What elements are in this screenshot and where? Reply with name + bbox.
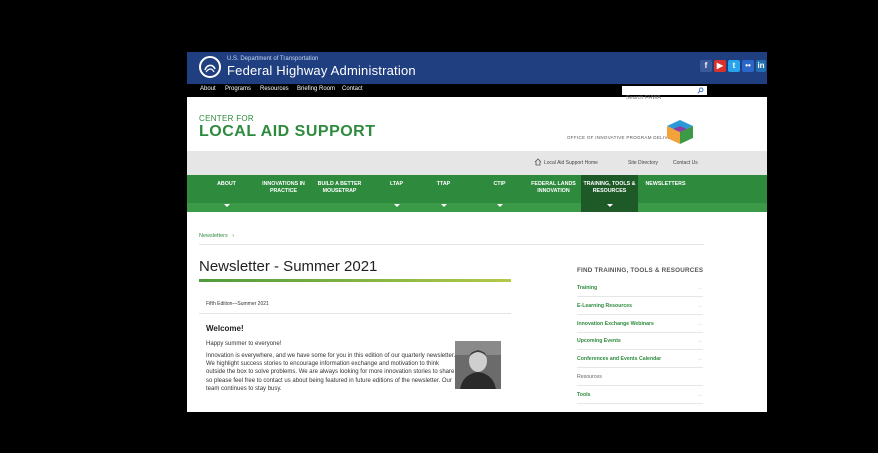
- nav-training-tools-resources[interactable]: TRAINING, TOOLS & RESOURCES: [581, 175, 638, 212]
- util-directory-link[interactable]: Site Directory: [628, 160, 658, 166]
- util-contact-link[interactable]: Contact Us: [673, 160, 698, 166]
- brand-title[interactable]: LOCAL AID SUPPORT: [199, 123, 376, 141]
- browser-page: U.S. Department of Transportation Federa…: [187, 52, 767, 412]
- chevron-down-icon: [223, 204, 230, 207]
- welcome-heading: Welcome!: [206, 324, 244, 333]
- edition-label: Fifth Edition—Summer 2021: [206, 301, 269, 307]
- dot-logo-icon[interactable]: [199, 56, 221, 78]
- search-icon[interactable]: [697, 87, 704, 94]
- flickr-icon[interactable]: ••: [742, 60, 754, 72]
- sidebar-item-training[interactable]: Training →: [577, 281, 703, 297]
- arrow-right-icon: →: [697, 285, 703, 291]
- nav-ctip[interactable]: CTIP: [471, 175, 528, 212]
- chevron-down-icon: [606, 204, 613, 207]
- chevron-down-icon: [393, 204, 400, 207]
- util-home-link[interactable]: Local Aid Support Home: [544, 160, 598, 166]
- arrow-right-icon: →: [697, 303, 703, 309]
- utility-bar: Local Aid Support Home Site Directory Co…: [187, 151, 767, 175]
- chevron-down-icon: [440, 204, 447, 207]
- greeting-text: Happy summer to everyone!: [206, 341, 282, 347]
- search-input[interactable]: [622, 93, 682, 103]
- sidebar-item-e-learning[interactable]: E-Learning Resources →: [577, 299, 703, 315]
- nav-build-a-better-mousetrap[interactable]: BUILD A BETTER MOUSETRAP: [311, 175, 368, 212]
- top-nav-programs[interactable]: Programs: [225, 86, 251, 92]
- office-name: OFFICE OF INNOVATIVE PROGRAM DELIVERY: [567, 135, 678, 140]
- nav-newsletters[interactable]: NEWSLETTERS: [637, 175, 694, 212]
- chevron-down-icon: [496, 204, 503, 207]
- title-underline: [199, 279, 511, 282]
- nav-about[interactable]: ABOUT: [198, 175, 255, 212]
- main-nav: ABOUT INNOVATIONS IN PRACTICE BUILD A BE…: [187, 175, 767, 212]
- home-icon: [534, 158, 542, 166]
- arrow-right-icon: →: [697, 356, 703, 362]
- top-nav-resources[interactable]: Resources: [260, 86, 289, 92]
- nav-ttap[interactable]: TTAP: [415, 175, 472, 212]
- sidebar-item-webinars[interactable]: Innovation Exchange Webinars →: [577, 317, 703, 333]
- arrow-right-icon: →: [697, 321, 703, 327]
- linkedin-icon[interactable]: in: [756, 60, 766, 72]
- arrow-right-icon: →: [697, 392, 703, 398]
- nav-federal-lands-innovation[interactable]: FEDERAL LANDS INNOVATION: [525, 175, 582, 212]
- breadcrumb: Newsletters ›: [199, 233, 234, 239]
- facebook-icon[interactable]: f: [700, 60, 712, 72]
- department-name: U.S. Department of Transportation: [227, 56, 319, 62]
- sidebar-item-conferences[interactable]: Conferences and Events Calendar →: [577, 352, 703, 368]
- agency-name[interactable]: Federal Highway Administration: [227, 63, 416, 78]
- search-box: [622, 86, 707, 103]
- top-nav-about[interactable]: About: [200, 86, 216, 92]
- sidebar-title: FIND TRAINING, TOOLS & RESOURCES: [577, 267, 704, 274]
- arrow-right-icon: →: [697, 338, 703, 344]
- nav-innovations-in-practice[interactable]: INNOVATIONS IN PRACTICE: [255, 175, 312, 212]
- top-nav-contact[interactable]: Contact: [342, 86, 363, 92]
- divider: [199, 244, 704, 245]
- top-nav-briefing-room[interactable]: Briefing Room: [297, 86, 335, 92]
- article-body: Innovation is everywhere, and we have so…: [206, 353, 456, 392]
- sidebar-item-resources[interactable]: Resources: [577, 370, 703, 386]
- sidebar-item-tools[interactable]: Tools →: [577, 388, 703, 404]
- sidebar-item-upcoming-events[interactable]: Upcoming Events →: [577, 334, 703, 350]
- chevron-right-icon: ›: [232, 233, 235, 239]
- breadcrumb-newsletters[interactable]: Newsletters: [199, 233, 228, 239]
- youtube-icon[interactable]: ▶: [714, 60, 726, 72]
- twitter-icon[interactable]: t: [728, 60, 740, 72]
- dot-banner: U.S. Department of Transportation Federa…: [187, 52, 767, 84]
- page-title: Newsletter - Summer 2021: [199, 258, 378, 275]
- brand-subtitle: CENTER FOR: [199, 114, 254, 123]
- oipd-logo-icon: [667, 120, 693, 144]
- top-nav: About Programs Resources Briefing Room C…: [187, 84, 767, 103]
- author-photo: [455, 341, 501, 389]
- divider: [199, 313, 511, 314]
